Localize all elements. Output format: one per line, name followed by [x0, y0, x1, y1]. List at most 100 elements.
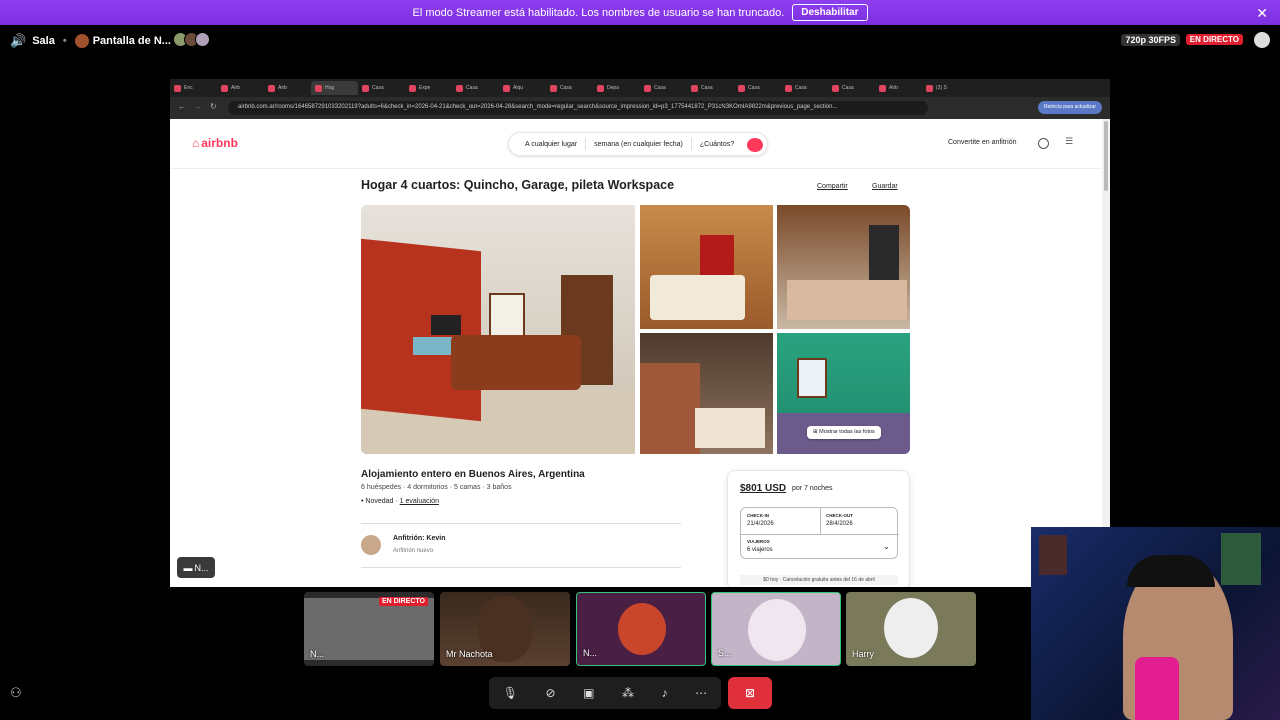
- chat-icon: ▬: [183, 562, 193, 573]
- viewer-avatar: [194, 32, 210, 47]
- host-name: Anfitrión: Kevin: [393, 535, 446, 542]
- close-icon[interactable]: ✕: [1256, 5, 1268, 22]
- tab-label: Expe: [419, 85, 431, 91]
- sharer-avatar: [74, 34, 89, 48]
- more-icon[interactable]: ⋯: [695, 686, 707, 700]
- viewer-avatars: [172, 32, 210, 50]
- tab-label: Alqu: [513, 85, 524, 91]
- menu-icon[interactable]: ☰: [1062, 136, 1076, 150]
- browser-tab[interactable]: Casa: [828, 81, 875, 95]
- browser-tab[interactable]: (3) S: [922, 81, 969, 95]
- leave-call-button[interactable]: ⊠: [728, 677, 772, 709]
- disable-streamer-button[interactable]: Deshabilitar: [792, 4, 868, 21]
- tab-label: Depa: [607, 85, 619, 91]
- checkin-value[interactable]: 21/4/2026: [747, 521, 774, 527]
- screen-owner-chip[interactable]: ▬ N...: [177, 557, 215, 578]
- bedroom-photo[interactable]: [640, 205, 773, 329]
- browser-tab[interactable]: Hog: [311, 81, 358, 95]
- divider: [741, 534, 899, 535]
- tab-favicon-icon: [550, 84, 557, 92]
- cap: [1127, 555, 1215, 587]
- browser-tab[interactable]: Casa: [546, 81, 593, 95]
- update-button[interactable]: Reinicia para actualizar: [1038, 101, 1102, 114]
- browser-tab[interactable]: Depa: [593, 81, 640, 95]
- avatar: [618, 603, 666, 655]
- scrollbar-thumb[interactable]: [1104, 121, 1108, 191]
- host-avatar[interactable]: [361, 535, 381, 555]
- date-picker[interactable]: CHECK-IN 21/4/2026 CHECK-OUT 28/4/2026 V…: [740, 507, 899, 559]
- browser-tab[interactable]: Casa: [687, 81, 734, 95]
- search-where[interactable]: A cualquier lugar: [517, 141, 585, 148]
- save-button[interactable]: Guardar: [872, 183, 898, 190]
- photo-detail: [361, 238, 481, 422]
- soundboard-icon[interactable]: ♪: [662, 686, 668, 700]
- participant-tile[interactable]: Harry: [846, 592, 976, 666]
- photo-detail: [787, 280, 907, 320]
- checkout-value[interactable]: 28/4/2026: [826, 521, 853, 527]
- screen-share-icon[interactable]: ▣: [583, 686, 594, 700]
- wall-poster: [1039, 535, 1067, 575]
- speaker-icon[interactable]: 🔊: [10, 33, 26, 49]
- browser-tab[interactable]: Casa: [734, 81, 781, 95]
- invite-icon[interactable]: ⚇: [10, 685, 28, 703]
- page-scrollbar[interactable]: [1102, 119, 1110, 587]
- browser-tab[interactable]: Casa: [640, 81, 687, 95]
- tab-label: Casa: [748, 85, 760, 91]
- globe-icon[interactable]: [1038, 138, 1049, 149]
- chat-icon[interactable]: [1254, 32, 1270, 48]
- quincho-photo[interactable]: [640, 333, 773, 454]
- banner-text: El modo Streamer está habilitado. Los no…: [412, 6, 785, 19]
- live-badge: EN DIRECTO: [1185, 34, 1243, 45]
- browser-tab[interactable]: Airb: [264, 81, 311, 95]
- participant-tile[interactable]: S...: [711, 592, 841, 666]
- browser-tab[interactable]: Alqu: [499, 81, 546, 95]
- tab-favicon-icon: [597, 84, 604, 92]
- guests-value[interactable]: 6 viajeros: [747, 547, 773, 553]
- new-tag: • Novedad ·: [361, 498, 398, 505]
- wall-poster: [1221, 533, 1261, 585]
- tab-label: Enc: [184, 85, 193, 91]
- tab-favicon-icon: [221, 84, 228, 92]
- tab-label: Airb: [889, 85, 898, 91]
- camera-off-icon[interactable]: ⊘: [546, 686, 556, 700]
- browser-tab[interactable]: Casa: [452, 81, 499, 95]
- browser-tab[interactable]: Expe: [405, 81, 452, 95]
- search-who[interactable]: ¿Cuántos?: [692, 141, 742, 148]
- guests-label: VIAJEROS: [747, 539, 770, 544]
- microphone-icon[interactable]: 🎙: [503, 686, 518, 700]
- photo-detail: [695, 408, 765, 448]
- participant-tile[interactable]: Mr Nachota: [440, 592, 570, 666]
- browser-tab[interactable]: Airb: [875, 81, 922, 95]
- price: $801 USD: [740, 483, 787, 494]
- browser-tab[interactable]: Casa: [781, 81, 828, 95]
- browser-tab[interactable]: Casa: [358, 81, 405, 95]
- forward-icon[interactable]: →: [194, 102, 202, 111]
- main-photo[interactable]: [361, 205, 635, 454]
- participant-name: Harry: [852, 649, 874, 659]
- photo-detail: [650, 275, 745, 320]
- photo-detail: [797, 358, 827, 398]
- photo-gallery[interactable]: ⊞ Mostrar todas las fotos: [361, 205, 910, 454]
- leave-icon: ⊠: [744, 686, 756, 700]
- share-button[interactable]: Compartir: [817, 183, 848, 190]
- search-when[interactable]: semana (en cualquier fecha): [586, 141, 691, 148]
- search-bar[interactable]: A cualquier lugar semana (en cualquier f…: [508, 132, 768, 156]
- address-bar[interactable]: airbnb.com.ar/rooms/1646587291033202119?…: [228, 101, 928, 115]
- reload-icon[interactable]: ↻: [210, 102, 217, 111]
- search-icon[interactable]: [747, 138, 763, 152]
- room-label: Sala: [32, 35, 55, 47]
- airbnb-logo[interactable]: ⌂ airbnb: [192, 136, 238, 150]
- dining-photo[interactable]: [777, 205, 910, 329]
- participant-tile[interactable]: EN DIRECTO N...: [304, 592, 434, 666]
- show-all-photos-button[interactable]: ⊞ Mostrar todas las fotos: [807, 426, 881, 439]
- browser-tab[interactable]: Airb: [217, 81, 264, 95]
- back-icon[interactable]: ←: [178, 102, 186, 111]
- participant-tile[interactable]: N...: [576, 592, 706, 666]
- browser-tab[interactable]: Enc: [170, 81, 217, 95]
- activities-icon[interactable]: ⁂: [622, 686, 634, 700]
- reviews-link[interactable]: 1 evaluación: [400, 498, 439, 505]
- chevron-down-icon[interactable]: ⌄: [883, 542, 890, 551]
- become-host-link[interactable]: Convertite en anfitrión: [948, 139, 1016, 146]
- tab-favicon-icon: [879, 84, 886, 92]
- tab-favicon-icon: [926, 84, 933, 92]
